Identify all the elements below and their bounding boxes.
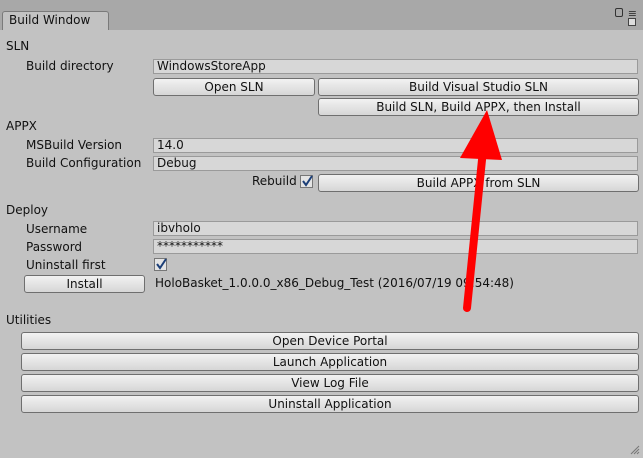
annotation-arrow-shaft bbox=[463, 146, 487, 312]
annotation-arrow-head bbox=[460, 110, 502, 160]
annotation-arrow bbox=[460, 110, 502, 312]
